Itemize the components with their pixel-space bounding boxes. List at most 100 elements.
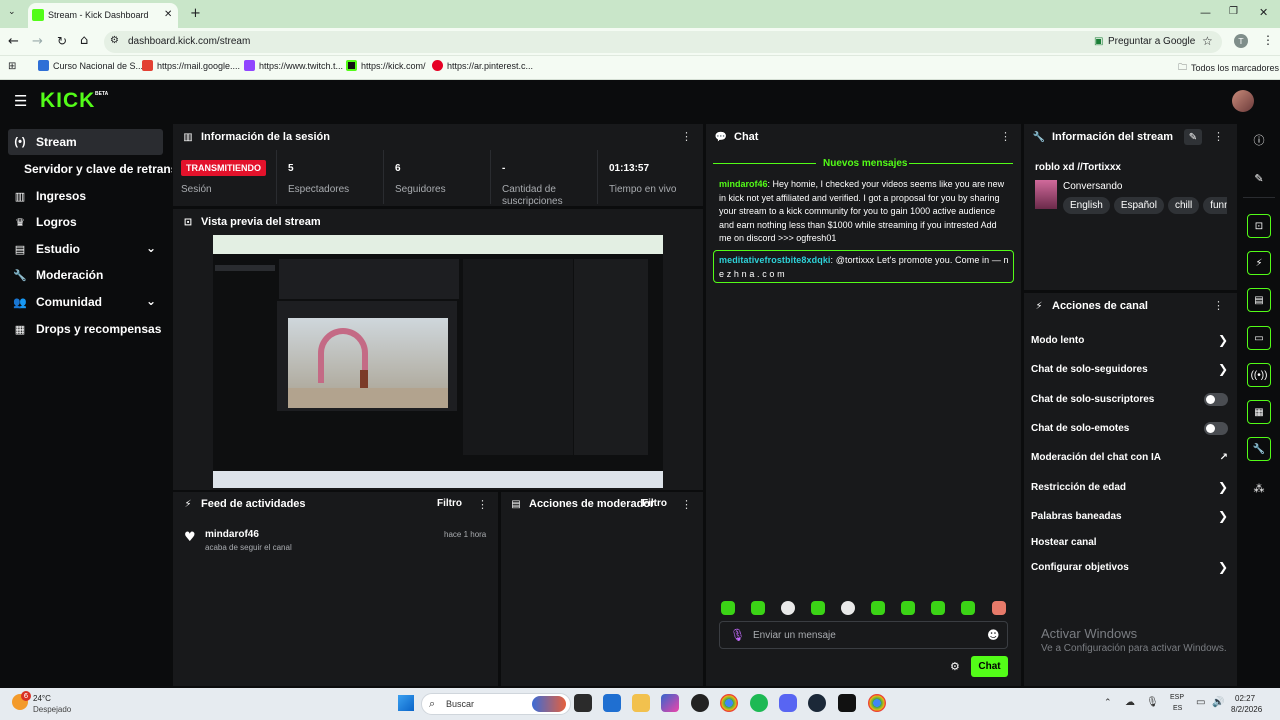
volume-icon[interactable]: 🔊 xyxy=(1212,697,1224,708)
activity-user[interactable]: mindarof46 xyxy=(205,529,259,540)
chevron-down-icon[interactable]: ⌄ xyxy=(146,294,156,308)
close-tab-icon[interactable]: ✕ xyxy=(164,9,172,20)
omnibox[interactable]: ⚙ dashboard.kick.com/stream ▣ Preguntar … xyxy=(104,31,1222,53)
sidebar-item-ingresos[interactable]: ▥ Ingresos xyxy=(8,183,163,209)
chrome-icon[interactable] xyxy=(720,694,738,712)
sidebar-item-stream[interactable]: (•) Stream xyxy=(8,129,163,155)
kebab-menu-icon[interactable]: ⋮ xyxy=(1213,130,1224,143)
sidebar-item-estudio[interactable]: ▤ Estudio ⌄ xyxy=(8,236,163,262)
chat-bubble-icon[interactable]: ▭ xyxy=(1247,326,1271,350)
emote-icon[interactable] xyxy=(992,601,1006,615)
epic-games-icon[interactable] xyxy=(838,694,856,712)
action-configure-goals[interactable]: Configurar objetivos ❯ xyxy=(1031,559,1228,575)
emote-icon[interactable] xyxy=(841,601,855,615)
chat-username[interactable]: meditativefrostbite8xdqki xyxy=(719,255,831,265)
emote-icon[interactable] xyxy=(781,601,795,615)
emote-icon[interactable] xyxy=(931,601,945,615)
kebab-menu-icon[interactable]: ⋮ xyxy=(477,498,488,511)
kick-logo[interactable]: KICK xyxy=(40,89,95,113)
taskbar-search[interactable]: ⌕ Buscar xyxy=(421,693,571,715)
preview-toggle-icon[interactable]: ⊡ xyxy=(1247,214,1271,238)
bookmark-item[interactable]: https://kick.com/ xyxy=(346,60,426,71)
all-bookmarks-button[interactable]: 🗀 Todos los marcadores xyxy=(1178,60,1279,76)
sidebar-item-logros[interactable]: ♛ Logros xyxy=(8,209,163,235)
filter-button[interactable]: Filtro xyxy=(642,498,667,509)
sidebar-item-moderacion[interactable]: 🔧 Moderación xyxy=(8,262,163,288)
language-code[interactable]: ESP xyxy=(1170,694,1184,701)
kebab-menu-icon[interactable]: ⋮ xyxy=(1213,299,1224,312)
copilot-icon[interactable] xyxy=(661,694,679,712)
new-messages-label[interactable]: Nuevos mensajes xyxy=(823,158,908,169)
browser-menu-icon[interactable]: ⋮ xyxy=(1262,33,1274,47)
browser-tab[interactable]: Stream - Kick Dashboard ✕ xyxy=(28,3,178,28)
action-age-restriction[interactable]: Restricción de edad ❯ xyxy=(1031,479,1228,495)
discord-icon[interactable] xyxy=(779,694,797,712)
store-icon[interactable] xyxy=(603,694,621,712)
user-avatar[interactable] xyxy=(1232,90,1254,112)
lightning-icon[interactable]: ⚡ xyxy=(1247,251,1271,275)
emote-icon[interactable] xyxy=(811,601,825,615)
settings-gear-icon[interactable]: ⚙ xyxy=(950,660,960,673)
chat-username[interactable]: mindarof46 xyxy=(719,179,768,189)
bookmark-item[interactable]: https://ar.pinterest.c... xyxy=(432,60,533,71)
action-ai-moderation[interactable]: Moderación del chat con IA ↗ xyxy=(1031,449,1228,465)
kebab-menu-icon[interactable]: ⋮ xyxy=(1000,130,1011,143)
info-icon[interactable]: ⓘ xyxy=(1251,132,1267,148)
close-window-icon[interactable]: ✕ xyxy=(1259,6,1268,19)
document-icon[interactable]: ▤ xyxy=(1247,288,1271,312)
sidebar-item-comunidad[interactable]: 👥 Comunidad ⌄ xyxy=(8,289,163,315)
steam-icon[interactable] xyxy=(808,694,826,712)
bookmark-star-icon[interactable]: ☆ xyxy=(1202,34,1213,48)
edit-pencil-icon[interactable]: ✎ xyxy=(1251,170,1267,186)
hamburger-menu-icon[interactable]: ☰ xyxy=(14,92,27,110)
task-view-icon[interactable] xyxy=(574,694,592,712)
app-icon[interactable] xyxy=(691,694,709,712)
emotes-only-toggle[interactable] xyxy=(1204,421,1228,435)
subscribers-only-toggle[interactable] xyxy=(1204,392,1228,406)
emote-icon[interactable] xyxy=(901,601,915,615)
edit-pencil-icon[interactable]: ✎ xyxy=(1184,129,1202,145)
home-icon[interactable]: ⌂ xyxy=(80,33,88,48)
bookmark-item[interactable]: https://www.twitch.t... xyxy=(244,60,343,71)
sidebar-item-drops[interactable]: ▦ Drops y recompensas xyxy=(8,316,163,342)
new-tab-icon[interactable]: + xyxy=(190,6,201,21)
category-thumbnail[interactable] xyxy=(1035,180,1057,209)
kebab-menu-icon[interactable]: ⋮ xyxy=(681,130,692,143)
profile-avatar[interactable]: T xyxy=(1234,34,1248,48)
chevron-down-icon[interactable]: ⌄ xyxy=(146,241,156,255)
emoji-icon[interactable]: ☻ xyxy=(987,628,1000,642)
emote-icon[interactable] xyxy=(751,601,765,615)
apps-grid-icon[interactable]: ⊞ xyxy=(8,61,16,72)
action-host-channel[interactable]: Hostear canal xyxy=(1031,534,1228,550)
network-icon[interactable]: ▭ xyxy=(1196,697,1205,708)
emote-icon[interactable] xyxy=(721,601,735,615)
wrench-icon[interactable]: 🔧 xyxy=(1247,437,1271,461)
windows-start-icon[interactable] xyxy=(398,695,414,711)
action-followers-only[interactable]: Chat de solo-seguidores ❯ xyxy=(1031,361,1228,377)
site-info-icon[interactable]: ⚙ xyxy=(110,35,119,46)
restore-icon[interactable]: ❐ xyxy=(1229,6,1238,17)
category-name[interactable]: Conversando xyxy=(1063,181,1122,192)
tab-list-chevron-icon[interactable]: ⌄ xyxy=(8,7,16,17)
plugins-icon[interactable]: ⁂ xyxy=(1251,480,1267,496)
microphone-icon[interactable]: 🎙 xyxy=(1146,697,1159,708)
tag[interactable]: chill xyxy=(1167,197,1200,214)
action-banned-words[interactable]: Palabras baneadas ❯ xyxy=(1031,508,1228,524)
tag[interactable]: funny xyxy=(1203,197,1227,214)
forward-icon[interactable]: → xyxy=(32,34,43,49)
emote-icon[interactable] xyxy=(961,601,975,615)
info-panel-icon[interactable]: ▦ xyxy=(1247,400,1271,424)
ask-google-button[interactable]: Preguntar a Google xyxy=(1108,36,1195,47)
tag[interactable]: Español xyxy=(1113,197,1164,214)
reload-icon[interactable]: ↻ xyxy=(57,34,67,48)
chat-input[interactable]: 🎙 Enviar un mensaje ☻ xyxy=(719,621,1008,649)
microphone-icon[interactable]: 🎙 xyxy=(730,628,745,642)
tag[interactable]: English xyxy=(1063,197,1110,214)
filter-button[interactable]: Filtro xyxy=(437,498,462,509)
clock-date[interactable]: 8/2/2026 xyxy=(1231,705,1262,714)
clock-time[interactable]: 02:27 xyxy=(1235,694,1255,703)
chrome-icon[interactable] xyxy=(868,694,886,712)
chat-send-button[interactable]: Chat xyxy=(971,656,1008,677)
back-icon[interactable]: ← xyxy=(8,34,19,49)
spotify-icon[interactable] xyxy=(750,694,768,712)
